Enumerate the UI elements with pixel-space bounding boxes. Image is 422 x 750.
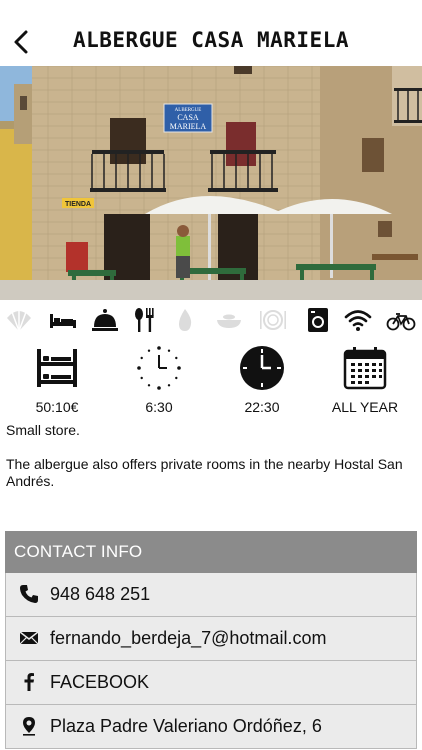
dotted-clock-icon: [137, 346, 181, 390]
wifi-icon: [343, 306, 373, 334]
facebook-row[interactable]: FACEBOOK: [5, 661, 417, 705]
season-label: ALL YEAR: [331, 399, 399, 415]
email-address: fernando_berdeja_7@hotmail.com: [50, 628, 327, 648]
contact-heading: CONTACT INFO: [5, 531, 417, 573]
closing-time-label: 22:30: [244, 399, 280, 415]
facebook-label: FACEBOOK: [50, 672, 150, 692]
price-label: 50:10€: [35, 399, 79, 415]
info-row: 50:10€ 6:30 22:30 ALL YEAR: [0, 344, 422, 416]
app-header: ALBERGUE CASA MARIELA: [0, 0, 422, 66]
albergue-photo: ALBERGUE CASA MARIELA TIENDA: [0, 66, 422, 300]
opening-time-label: 6:30: [145, 399, 173, 415]
phone-number: 948 648 251: [50, 584, 151, 604]
envelope-icon: [19, 631, 39, 645]
fork-spoon-icon: [130, 306, 160, 334]
plate-icon: [258, 306, 288, 334]
shop-sign: TIENDA: [65, 201, 91, 208]
email-row[interactable]: fernando_berdeja_7@hotmail.com: [5, 617, 417, 661]
closing-time-info: 22:30: [217, 344, 307, 415]
opening-time-info: 6:30: [114, 344, 204, 415]
location-pin-icon: [23, 717, 35, 736]
season-info: ALL YEAR: [320, 344, 410, 415]
bunk-bed-icon: [37, 349, 77, 387]
phone-icon: [20, 585, 38, 603]
dish-icon: [214, 306, 244, 334]
calendar-icon: [343, 347, 387, 390]
clock-icon: [240, 346, 284, 390]
description-line-1: Small store.: [6, 422, 80, 438]
sign-line2: CASA: [177, 113, 199, 122]
description-line-2: The albergue also offers private rooms i…: [6, 456, 403, 489]
sign-line3: MARIELA: [170, 122, 207, 131]
contact-card: CONTACT INFO 948 648 251 fernando_berdej…: [5, 531, 417, 749]
reception-bell-icon: [90, 306, 120, 334]
phone-row[interactable]: 948 648 251: [5, 573, 417, 617]
fire-icon: [170, 306, 200, 334]
facebook-icon: [24, 673, 34, 691]
address-text: Plaza Padre Valeriano Ordóñez, 6: [50, 716, 322, 736]
address-row[interactable]: Plaza Padre Valeriano Ordóñez, 6: [5, 705, 417, 749]
bicycle-icon: [386, 306, 416, 334]
description: Small store. The albergue also offers pr…: [6, 422, 418, 507]
page-title: ALBERGUE CASA MARIELA: [72, 28, 349, 52]
amenities-row: [0, 302, 422, 338]
shell-icon: [4, 306, 34, 334]
bed-icon: [48, 306, 78, 334]
washing-machine-icon: [303, 306, 333, 334]
price-info: 50:10€: [12, 344, 102, 415]
